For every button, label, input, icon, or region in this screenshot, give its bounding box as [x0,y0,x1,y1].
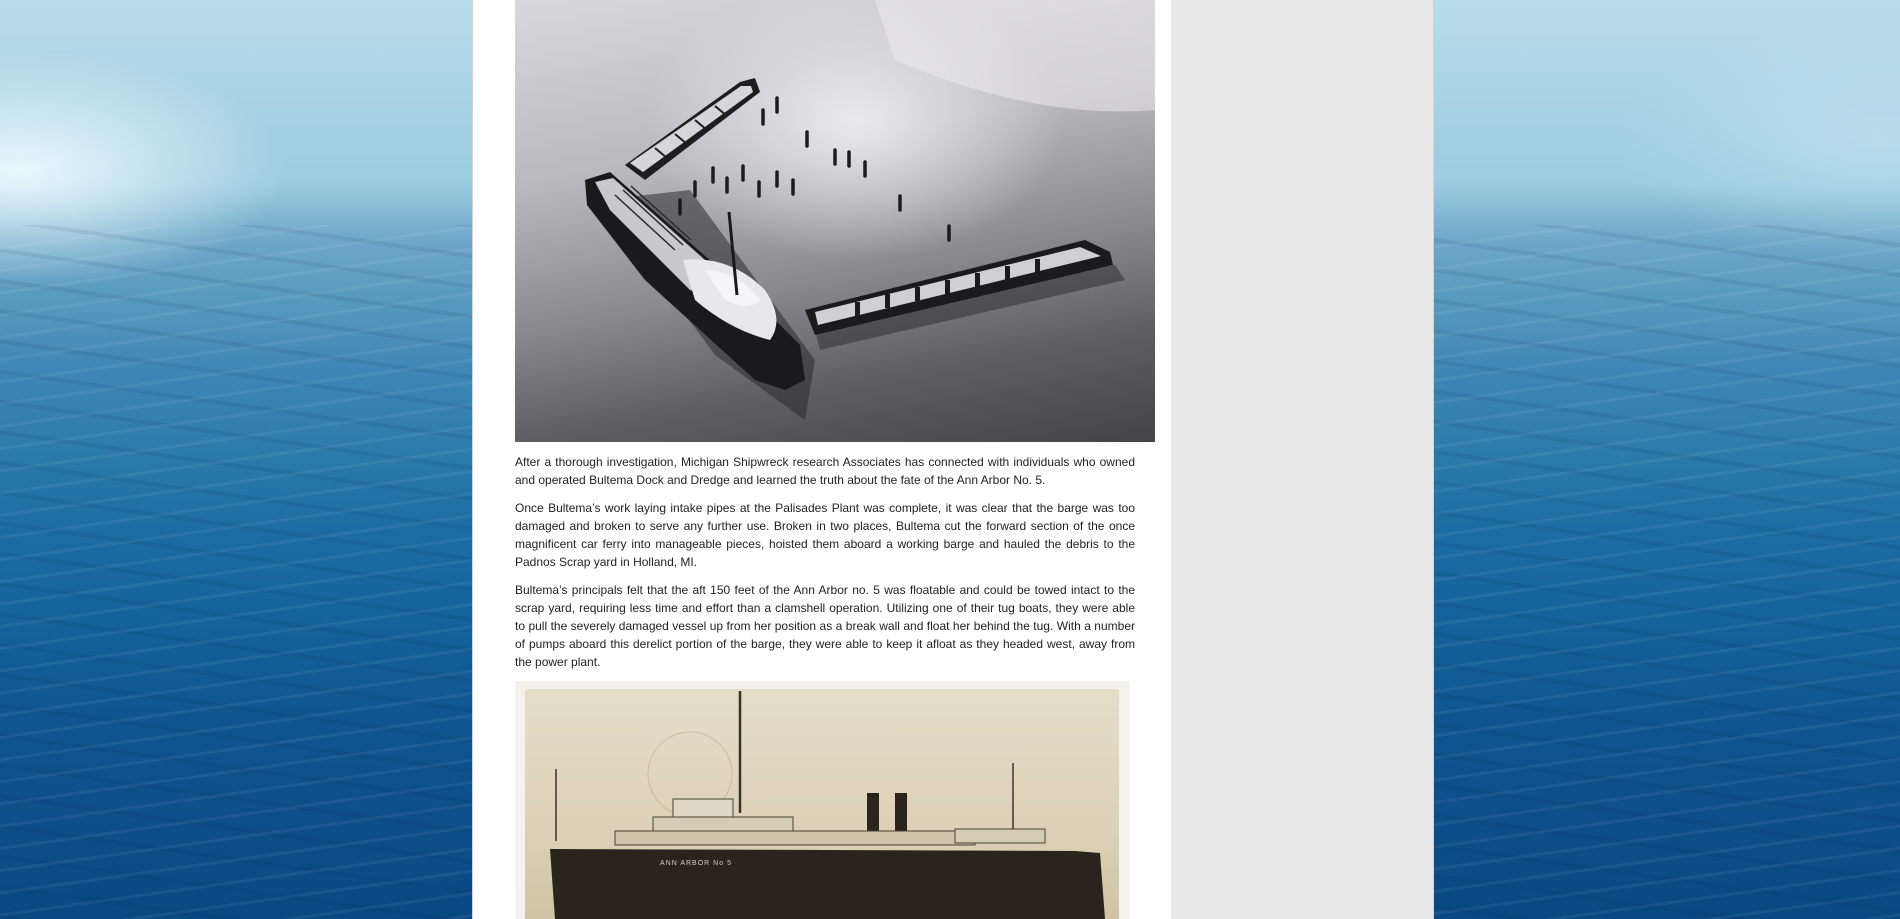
ferry-postcard-photo: ANN ARBOR No 5 [515,681,1130,919]
page-container: After a thorough investigation, Michigan… [472,0,1434,919]
paragraph-3: Bultema’s principals felt that the aft 1… [515,583,1135,669]
main-column: After a thorough investigation, Michigan… [473,0,1171,919]
paragraph-1: After a thorough investigation, Michigan… [515,455,1135,487]
paragraph-2: Once Bultema’s work laying intake pipes … [515,501,1135,569]
hull-lettering: ANN ARBOR No 5 [660,860,732,867]
aerial-photo-barge-sections [515,0,1155,442]
